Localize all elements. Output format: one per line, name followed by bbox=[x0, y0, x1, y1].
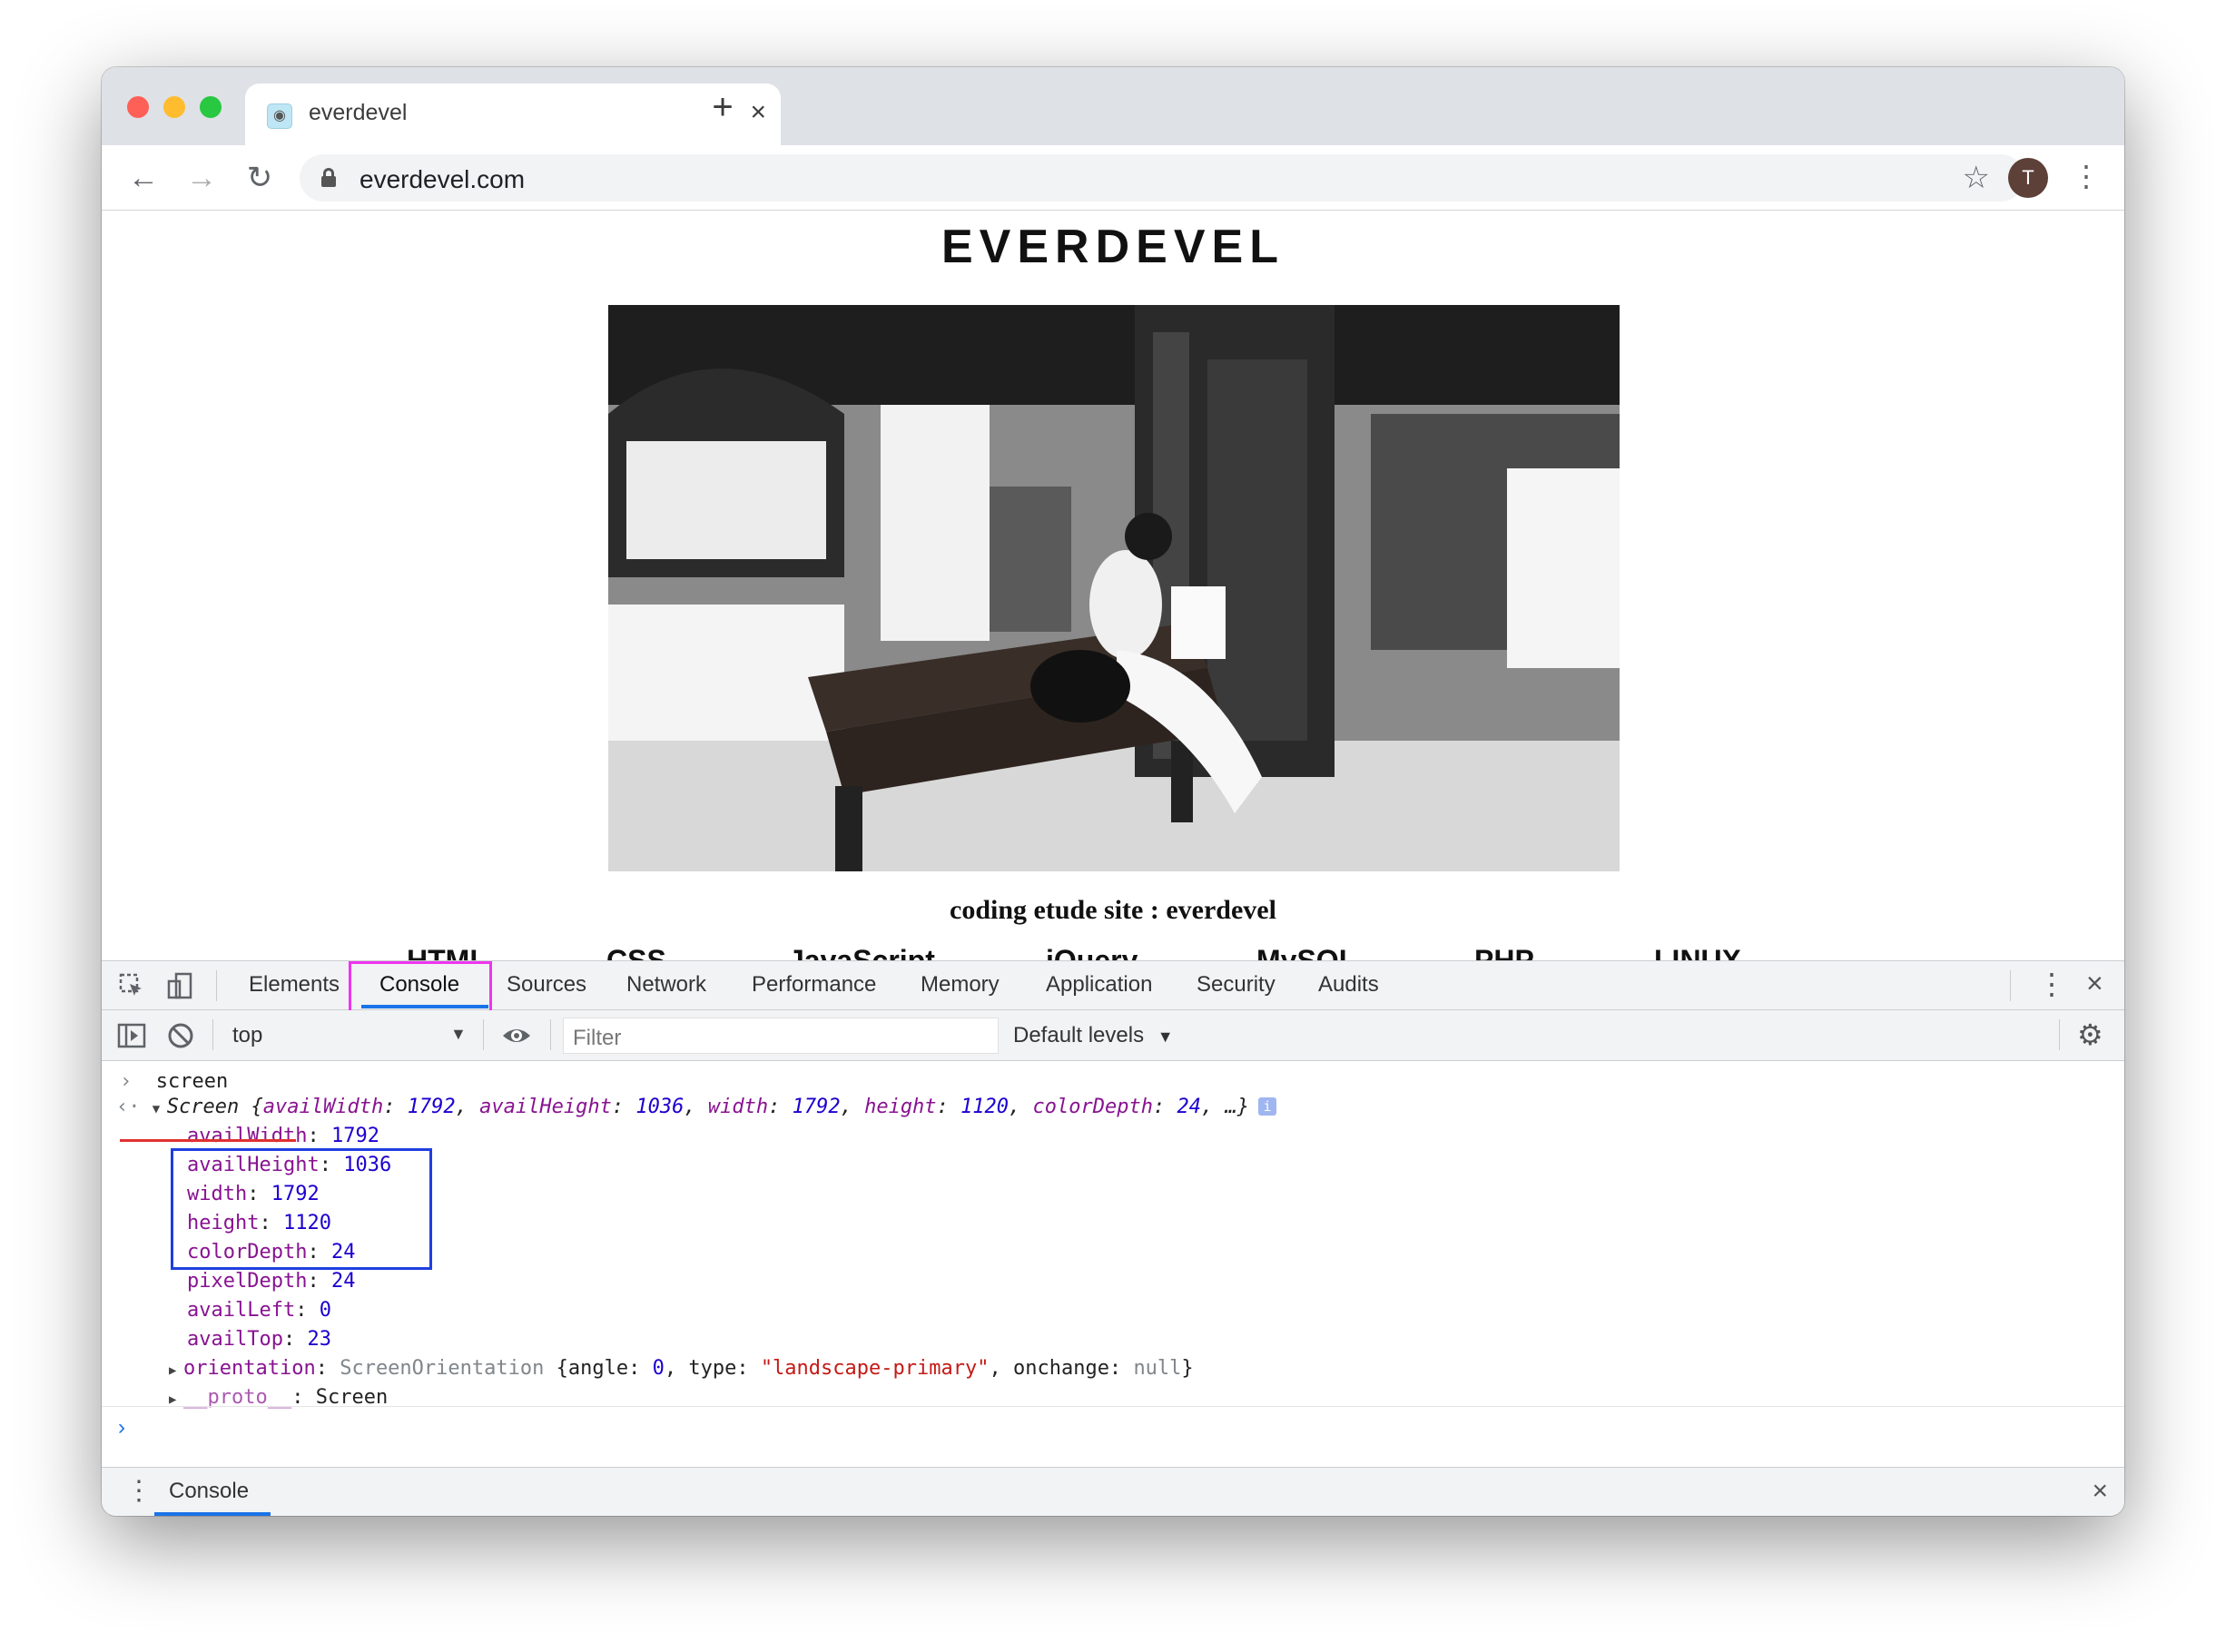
toolbar-divider bbox=[212, 1019, 213, 1050]
property-row: availWidth: 1792 bbox=[187, 1125, 379, 1147]
tab-close-icon[interactable]: × bbox=[750, 96, 766, 129]
inspect-element-icon[interactable] bbox=[116, 970, 147, 1001]
profile-avatar[interactable]: T bbox=[2008, 158, 2048, 198]
drawer-active-indicator bbox=[154, 1512, 271, 1516]
nav-link-jquery[interactable]: jQuery bbox=[1046, 944, 1138, 960]
devtools-tab-bar: Elements Console Sources Network Perform… bbox=[102, 961, 2124, 1016]
command-highlight-underline bbox=[120, 1139, 296, 1142]
drawer-tab-console[interactable]: Console bbox=[169, 1479, 249, 1504]
device-toolbar-icon[interactable] bbox=[165, 970, 196, 1001]
toolbar-divider bbox=[2010, 970, 2011, 1001]
console-filter-input[interactable]: Filter bbox=[563, 1018, 999, 1054]
live-expression-eye-icon[interactable] bbox=[501, 1020, 532, 1051]
address-bar[interactable]: everdevel.com ☆ bbox=[300, 154, 2024, 202]
expand-triangle-icon[interactable]: ▶ bbox=[169, 1363, 183, 1378]
orientation-row[interactable]: ▶ orientation: ScreenOrientation {angle: … bbox=[169, 1357, 1194, 1380]
context-dropdown-icon[interactable]: ▼ bbox=[450, 1025, 467, 1044]
browser-window: ◉ everdevel × + ← → ↻ everdevel.com ☆ T … bbox=[102, 67, 2124, 1516]
expand-triangle-icon[interactable]: ▼ bbox=[153, 1102, 167, 1116]
tab-application[interactable]: Application bbox=[1046, 972, 1152, 998]
browser-tab[interactable]: ◉ everdevel × bbox=[245, 84, 781, 145]
prompt-divider bbox=[102, 1406, 2124, 1407]
nav-link-css[interactable]: CSS bbox=[606, 944, 666, 960]
chevron-down-icon: ▼ bbox=[1157, 1028, 1174, 1046]
devtools-close-icon[interactable]: × bbox=[2086, 967, 2103, 1000]
browser-toolbar: ← → ↻ everdevel.com ☆ T ⋮ bbox=[102, 145, 2124, 211]
console-input-line: › screen bbox=[120, 1070, 229, 1093]
console-toolbar: top ▼ Filter Default levels ▼ ⚙ bbox=[102, 1010, 2124, 1061]
tab-memory[interactable]: Memory bbox=[921, 972, 1000, 998]
site-favicon-icon: ◉ bbox=[267, 103, 292, 129]
toolbar-divider bbox=[216, 970, 217, 1001]
hero-photo bbox=[608, 305, 1620, 871]
nav-link-linux[interactable]: LINUX bbox=[1654, 944, 1741, 960]
tab-network[interactable]: Network bbox=[626, 972, 706, 998]
property-row: availTop: 23 bbox=[187, 1328, 331, 1351]
console-command: screen bbox=[155, 1070, 229, 1093]
tab-security[interactable]: Security bbox=[1197, 972, 1276, 998]
console-prompt-icon[interactable]: › bbox=[118, 1415, 125, 1441]
devtools-menu-icon[interactable]: ⋮ bbox=[2037, 967, 2066, 1001]
tab-elements[interactable]: Elements bbox=[249, 972, 340, 998]
log-levels-label: Default levels bbox=[1013, 1023, 1145, 1047]
reload-button[interactable]: ↻ bbox=[240, 158, 280, 198]
nav-link-php[interactable]: PHP bbox=[1474, 944, 1534, 960]
filter-placeholder: Filter bbox=[573, 1026, 622, 1050]
lock-icon bbox=[321, 168, 336, 187]
result-arrow-icon: ‹· bbox=[116, 1096, 153, 1118]
site-title: EVERDEVEL bbox=[941, 221, 1285, 273]
dimension-properties-highlight bbox=[171, 1148, 432, 1270]
nav-link-javascript[interactable]: JavaScript bbox=[788, 944, 935, 960]
forward-button[interactable]: → bbox=[182, 158, 222, 198]
web-page: EVERDEVEL coding etude site : everdevel … bbox=[102, 211, 2124, 960]
console-result-summary[interactable]: ‹· ▼ Screen {availWidth: 1792, availHeigh… bbox=[116, 1096, 1276, 1118]
tab-sources[interactable]: Sources bbox=[507, 972, 586, 998]
property-row: pixelDepth: 24 bbox=[187, 1270, 356, 1293]
info-icon[interactable]: i bbox=[1258, 1097, 1276, 1116]
devtools-panel: Elements Console Sources Network Perform… bbox=[102, 960, 2124, 1516]
browser-menu-icon[interactable]: ⋮ bbox=[2072, 158, 2101, 198]
console-tab-highlight bbox=[349, 961, 492, 1016]
expand-triangle-icon[interactable]: ▶ bbox=[169, 1392, 183, 1407]
toolbar-divider bbox=[483, 1019, 484, 1050]
tab-audits[interactable]: Audits bbox=[1318, 972, 1379, 998]
minimize-window-button[interactable] bbox=[163, 96, 185, 118]
bookmark-star-icon[interactable]: ☆ bbox=[1963, 160, 1990, 196]
log-levels-dropdown[interactable]: Default levels ▼ bbox=[1013, 1023, 1174, 1048]
drawer-menu-icon[interactable]: ⋮ bbox=[125, 1475, 153, 1508]
console-settings-gear-icon[interactable]: ⚙ bbox=[2077, 1018, 2103, 1052]
console-drawer: ⋮ Console × bbox=[102, 1467, 2124, 1516]
property-row: availLeft: 0 bbox=[187, 1299, 331, 1322]
clear-console-icon[interactable] bbox=[165, 1020, 196, 1051]
tab-title: everdevel bbox=[309, 100, 408, 125]
close-window-button[interactable] bbox=[127, 96, 149, 118]
show-sidebar-icon[interactable] bbox=[116, 1020, 147, 1051]
zoom-window-button[interactable] bbox=[200, 96, 222, 118]
nav-link-mysql[interactable]: MySQL bbox=[1256, 944, 1356, 960]
context-selector[interactable]: top bbox=[232, 1023, 262, 1048]
toolbar-divider bbox=[550, 1019, 551, 1050]
new-tab-button[interactable]: + bbox=[704, 89, 741, 125]
drawer-close-icon[interactable]: × bbox=[2092, 1475, 2108, 1508]
back-button[interactable]: ← bbox=[123, 158, 163, 198]
toolbar-divider bbox=[2059, 1019, 2060, 1050]
hero-caption: coding etude site : everdevel bbox=[950, 895, 1276, 925]
url-text: everdevel.com bbox=[360, 165, 526, 193]
tab-performance[interactable]: Performance bbox=[752, 972, 876, 998]
nav-link-html[interactable]: HTML bbox=[407, 944, 488, 960]
tab-strip: ◉ everdevel × + bbox=[102, 67, 2124, 145]
